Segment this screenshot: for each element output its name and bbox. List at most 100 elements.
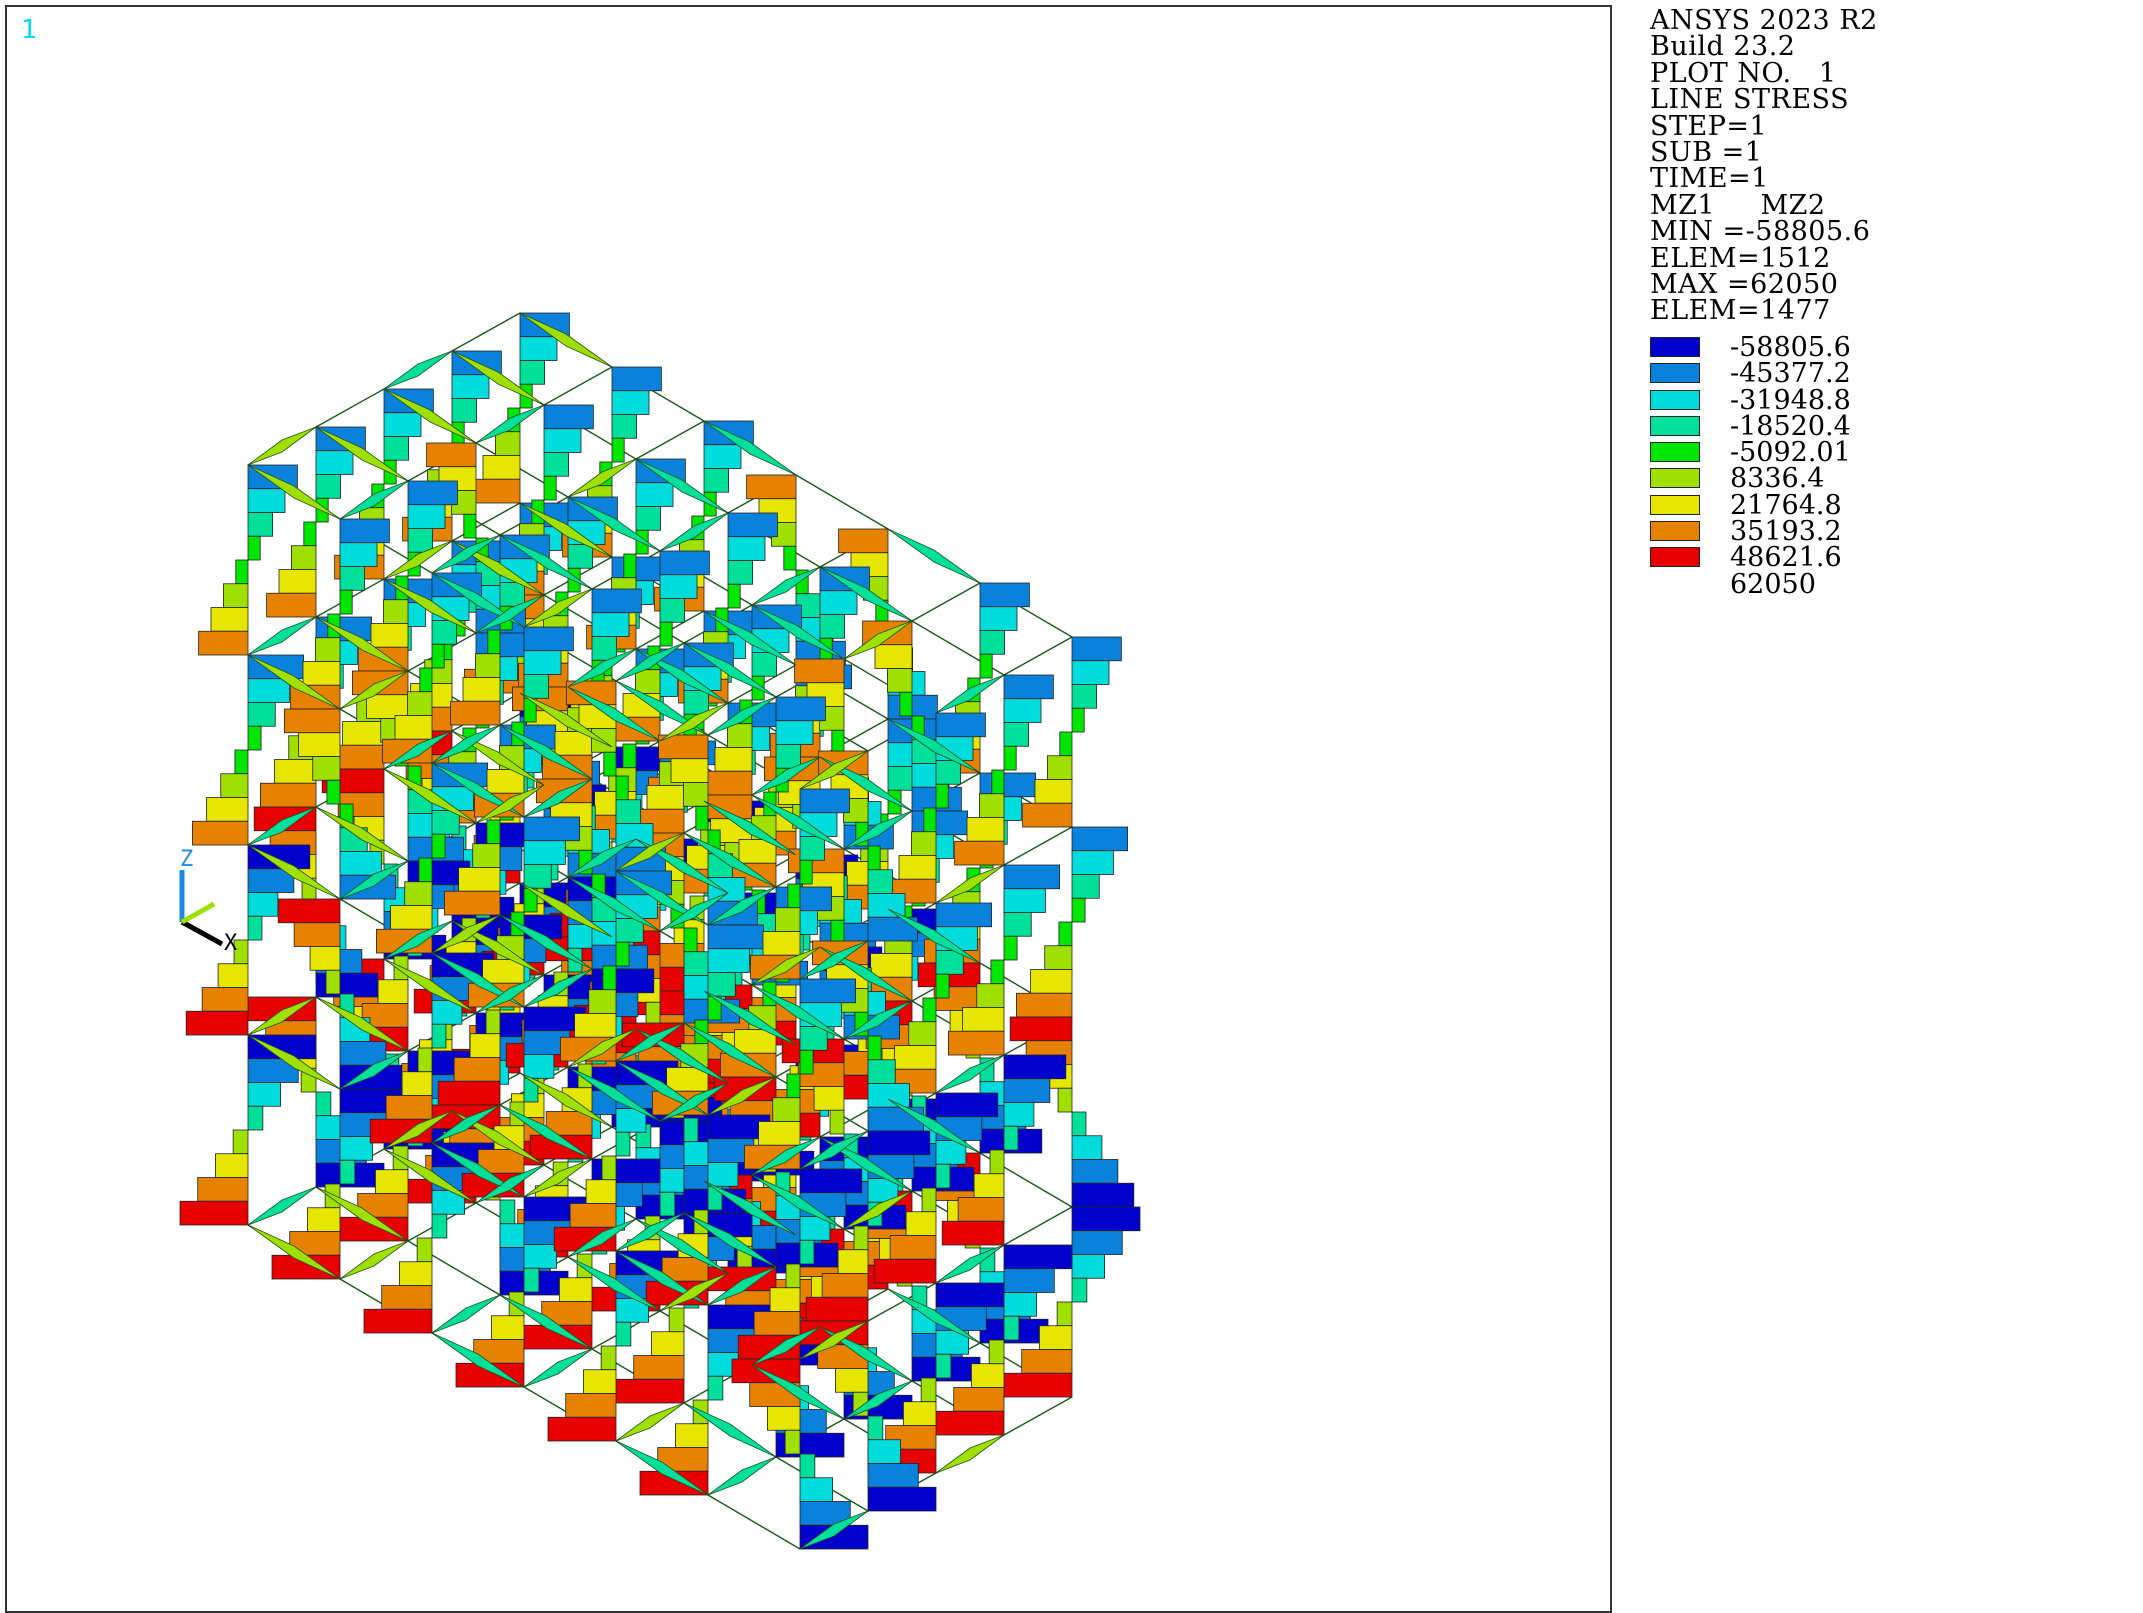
stress-bar [217, 963, 249, 988]
stress-bar [191, 820, 249, 846]
stress-bar [979, 772, 1036, 798]
stress-bar [342, 721, 385, 746]
stress-bar [873, 1258, 937, 1284]
stress-bar [707, 1375, 724, 1401]
stress-bar [1003, 935, 1018, 961]
stress-bar [314, 637, 341, 662]
stress-bar [309, 946, 341, 971]
stress-bar [645, 1001, 661, 1027]
stress-bar [867, 1106, 924, 1132]
stress-bar [431, 1213, 448, 1239]
stress-bar [831, 729, 845, 755]
stress-bar [819, 590, 858, 615]
beam-stress-wedge [935, 1434, 1005, 1474]
stress-bar [1071, 684, 1098, 709]
stress-bar [1003, 745, 1017, 771]
stress-bar [482, 455, 521, 480]
stress-bar [523, 864, 552, 889]
stress-bar [591, 636, 618, 661]
stress-bar [1071, 1277, 1088, 1303]
stress-bar [406, 691, 433, 716]
stress-bar [979, 793, 1005, 818]
beam-stress-wedge [247, 1186, 317, 1226]
stress-bar [695, 805, 709, 831]
stress-bar [247, 1082, 281, 1107]
stress-bar [591, 588, 642, 614]
stress-bar [727, 723, 753, 748]
time-label: TIME=1 [1650, 163, 1769, 195]
stress-bar [523, 1267, 540, 1293]
stress-bar [588, 989, 617, 1014]
stress-bar [602, 965, 617, 991]
stress-bar [1003, 864, 1060, 890]
legend-swatch [1650, 363, 1700, 384]
stress-bar [799, 1239, 815, 1265]
stress-bar [1071, 826, 1128, 852]
stress-bar [799, 1453, 816, 1479]
stress-bar [979, 653, 993, 679]
stress-bar [523, 650, 562, 675]
stress-bar [615, 1321, 632, 1347]
stress-bar [659, 598, 686, 623]
stress-bar [1071, 707, 1085, 733]
stress-bar [206, 797, 249, 822]
stress-bar [485, 1009, 501, 1035]
stress-bar [307, 1207, 341, 1232]
stress-bar [565, 1393, 617, 1418]
stress-bar [1056, 1301, 1073, 1327]
stress-bar [615, 799, 642, 824]
stress-bar [475, 632, 532, 658]
stress-bar [1071, 1206, 1141, 1232]
stress-bar [1003, 1268, 1055, 1293]
legend-swatch [1650, 547, 1700, 568]
stress-bar [290, 545, 317, 570]
stress-bar [805, 1296, 869, 1322]
legend-swatch [1650, 442, 1700, 463]
stress-bar [437, 1080, 501, 1106]
legend-swatch [1650, 337, 1700, 357]
stress-bar [935, 1410, 1005, 1436]
stress-bar [935, 712, 986, 738]
stress-bar [591, 968, 655, 994]
stress-bar [633, 1355, 685, 1380]
stress-bar [1003, 912, 1032, 937]
stress-bar [911, 810, 968, 836]
stress-bar [247, 512, 274, 537]
stress-bar [426, 442, 477, 468]
triad-z-label: Z [180, 847, 193, 872]
frame-member [1003, 1396, 1073, 1436]
stress-bar [867, 1035, 882, 1061]
stress-bar [339, 589, 353, 615]
beam-stress-wedge [339, 1240, 409, 1280]
stress-bar [758, 1121, 801, 1146]
stress-bar [559, 1277, 593, 1302]
beam-stress-wedge [383, 350, 453, 390]
frame-member [635, 420, 705, 460]
stress-bar [751, 652, 778, 677]
stress-bar [234, 749, 249, 775]
stress-bar [407, 480, 458, 506]
stress-bar [867, 1130, 931, 1156]
stress-bar [615, 918, 644, 943]
stress-bar [1057, 1087, 1073, 1113]
stress-bar [235, 559, 249, 585]
stress-bar [799, 1477, 833, 1502]
stress-bar [591, 728, 617, 753]
stress-bar [976, 983, 1005, 1008]
stress-bar [615, 1378, 685, 1404]
stress-bar [785, 1263, 801, 1289]
legend-swatch [1650, 521, 1700, 542]
stress-bar [339, 1136, 373, 1161]
stress-bar [787, 883, 801, 909]
stress-bar [585, 1179, 617, 1204]
stress-bar [870, 953, 913, 978]
stress-bar [935, 783, 949, 809]
stress-bar [431, 1023, 447, 1049]
stress-bar [339, 566, 366, 591]
stress-bar [867, 1415, 884, 1441]
stress-bar [935, 973, 950, 999]
stress-bar [247, 892, 279, 917]
stress-bar [659, 574, 698, 599]
stress-bar [519, 360, 546, 385]
stress-bar [247, 1105, 264, 1131]
